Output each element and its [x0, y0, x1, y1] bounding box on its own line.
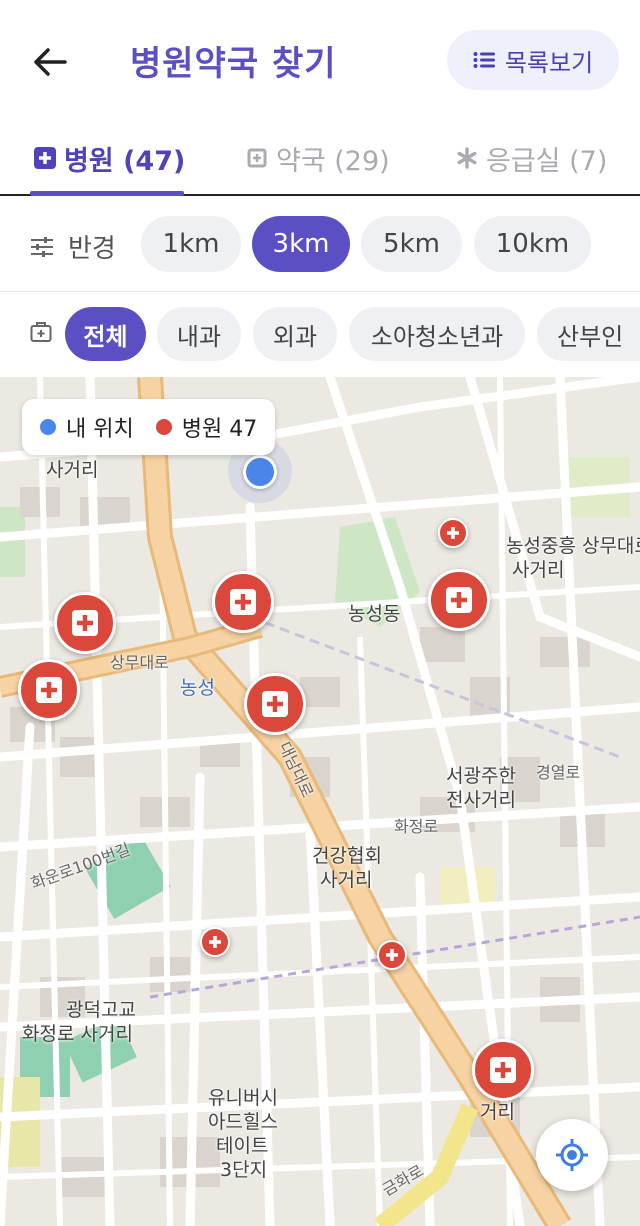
hospital-marker-small[interactable]: [200, 927, 230, 957]
hospital-marker[interactable]: [54, 592, 116, 654]
map-label-nongseong-dong: 농성동: [348, 603, 401, 625]
map-label-hwajeong-intersection: 화정로 사거리: [22, 1023, 133, 1045]
hospital-cross-icon: [262, 691, 288, 717]
radius-option-1km[interactable]: 1km: [141, 216, 241, 272]
tab-pharmacy[interactable]: 약국 (29): [246, 134, 390, 182]
radius-option-5km[interactable]: 5km: [361, 216, 462, 272]
map-label-universe-apt-4: 3단지: [220, 1159, 268, 1181]
map-legend: 내 위치 병원 47: [22, 399, 276, 455]
hospital-marker-small[interactable]: [438, 518, 468, 548]
my-location-dot-icon: [40, 419, 56, 435]
radius-option-10km[interactable]: 10km: [474, 216, 591, 272]
radius-option-3km[interactable]: 3km: [252, 216, 350, 272]
radius-label-group: 반경: [30, 228, 116, 265]
map-label-hwajeong-ro: 화정로: [394, 817, 439, 836]
my-location-marker: [243, 455, 277, 489]
tab-hospital-label: 병원 (47): [64, 145, 186, 177]
hospital-marker-small[interactable]: [377, 940, 407, 970]
map-label-nongseong-station: 농성: [180, 677, 215, 699]
tab-active-indicator: [30, 191, 184, 196]
map-label-sageori-2: 사거리: [320, 869, 373, 891]
list-view-button[interactable]: 목록보기: [447, 30, 619, 90]
list-view-label: 목록보기: [504, 48, 594, 77]
my-location-button[interactable]: [536, 1119, 608, 1191]
hospital-dot-icon: [155, 419, 172, 435]
radius-filter: 반경 1km 3km 5km 10km: [0, 198, 640, 292]
map-label-jeonsa-intersection: 전사거리: [446, 789, 516, 811]
dept-option-pediatrics[interactable]: 소아청소년과: [349, 307, 525, 361]
hospital-marker[interactable]: [244, 673, 306, 735]
department-filter: 전체 내과 외과 소아청소년과 산부인: [0, 293, 640, 377]
page-title: 병원약국 찾기: [130, 44, 337, 84]
map-label-gwangdeok: 광덕고교: [66, 999, 136, 1021]
map-label-gyeongyeol-ro: 경열로: [536, 763, 581, 782]
map-label-sageori-4: 거리: [480, 1101, 515, 1123]
dept-option-all[interactable]: 전체: [65, 307, 146, 361]
arrow-left-icon: [34, 48, 67, 76]
hospital-cross-icon: [209, 936, 221, 948]
dept-option-internal[interactable]: 내과: [157, 307, 241, 361]
map-label-sangmu-daero: 상무대로: [110, 653, 169, 672]
emergency-asterisk-icon: [457, 147, 477, 169]
sliders-icon: [31, 236, 53, 257]
map-label-sageori-3: 사거리: [46, 459, 99, 481]
hospital-cross-icon: [230, 589, 256, 615]
hospital-marker[interactable]: [472, 1039, 534, 1101]
map-label-nongseong-intersection: 농성중흥 상무대로: [506, 535, 640, 557]
hospital-cross-icon: [72, 610, 98, 636]
hospital-marker[interactable]: [18, 659, 80, 721]
map-view[interactable]: 농성동 농성 상무대로 대남대로 농성중흥 상무대로 사거리 서광주한 전사거리…: [0, 377, 640, 1226]
map-label-universe-apt-2: 아드힐스: [208, 1111, 278, 1133]
radius-label: 반경: [68, 234, 116, 264]
hospital-cross-icon: [490, 1057, 516, 1083]
hospital-marker[interactable]: [428, 569, 490, 631]
dept-option-obgyn[interactable]: 산부인: [537, 307, 640, 361]
tab-emergency[interactable]: 응급실 (7): [456, 134, 607, 182]
hospital-cross-icon: [447, 527, 459, 539]
tab-hospital[interactable]: 병원 (47): [34, 134, 185, 182]
map-label-universe-apt-1: 유니버시: [208, 1087, 278, 1109]
app-root: 병원약국 찾기 목록보기 병원 (47) 약국 (29) 응급실 (7) 반경 …: [0, 0, 640, 1226]
category-tabs: 병원 (47) 약국 (29) 응급실 (7): [0, 120, 640, 196]
back-button[interactable]: [26, 40, 74, 84]
hospital-cross-icon: [386, 949, 398, 961]
map-label-sageori-1: 사거리: [512, 559, 565, 581]
tab-emergency-label: 응급실 (7): [486, 145, 608, 177]
hospital-cross-icon: [446, 587, 472, 613]
hospital-cross-icon: [36, 677, 62, 703]
dept-option-surgery[interactable]: 외과: [253, 307, 337, 361]
legend-hospital: 병원 47: [181, 417, 258, 442]
hospital-cross-icon: [34, 147, 56, 169]
medical-bag-icon: [30, 322, 52, 342]
pharmacy-icon: [247, 148, 267, 168]
legend-my-location: 내 위치: [66, 417, 134, 442]
map-label-geongang-intersection: 건강협회: [312, 845, 382, 867]
crosshair-icon: [556, 1139, 588, 1171]
map-label-seogwang-intersection: 서광주한: [446, 765, 516, 787]
header: 병원약국 찾기 목록보기: [0, 0, 640, 120]
hospital-marker[interactable]: [212, 571, 274, 633]
map-base-layer: [0, 377, 640, 1226]
map-label-universe-apt-3: 테이트: [216, 1135, 269, 1157]
tab-pharmacy-label: 약국 (29): [276, 145, 390, 177]
list-icon: [473, 52, 495, 68]
